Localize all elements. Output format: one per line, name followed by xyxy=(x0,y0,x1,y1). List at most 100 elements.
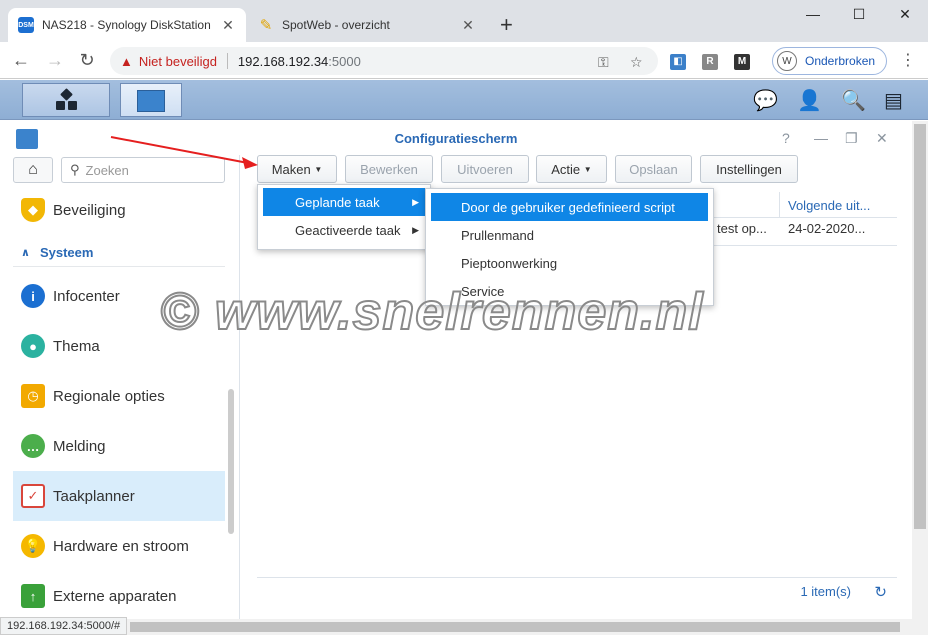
submenu-item-beep[interactable]: Pieptoonwerking xyxy=(431,249,708,277)
tab-title: SpotWeb - overzicht xyxy=(282,18,390,32)
tab-spotweb[interactable]: ✎ SpotWeb - overzicht ✕ xyxy=(248,8,486,42)
submenu-item-user-script[interactable]: Door de gebruiker gedefinieerd script xyxy=(431,193,708,221)
grid-footer: 1 item(s) ↻ xyxy=(257,577,897,605)
control-panel-icon xyxy=(16,129,38,149)
sidebar-item-label: Melding xyxy=(53,437,106,455)
close-tab-icon[interactable]: ✕ xyxy=(460,17,476,34)
scrollbar-thumb[interactable] xyxy=(130,622,900,632)
browser-toolbar: ← → ↻ ▲ Niet beveiligd 192.168.192.34:50… xyxy=(0,42,928,79)
lightbulb-icon: 💡 xyxy=(21,534,45,558)
sidebar: ⌂ ⚲ ◆ Beveiliging ∧ Systeem i Infocenter… xyxy=(0,155,240,619)
status-bar: 192.168.192.34:5000/# xyxy=(0,617,128,635)
menu-item-scheduled-task[interactable]: Geplande taak ▶ xyxy=(263,188,427,216)
sidebar-item-melding[interactable]: … Melding xyxy=(13,421,225,471)
calendar-check-icon: ✓ xyxy=(21,484,45,508)
caret-down-icon: ▼ xyxy=(314,164,323,174)
maximize-window-icon[interactable]: ❐ xyxy=(845,130,858,147)
browser-tabstrip: DSM NAS218 - Synology DiskStation ✕ ✎ Sp… xyxy=(0,0,928,42)
chevron-right-icon: ▶ xyxy=(412,196,419,207)
sidebar-scrollbar[interactable] xyxy=(228,389,234,534)
row-divider xyxy=(712,245,897,246)
upload-arrow-icon: ↑ xyxy=(21,584,45,608)
info-icon: i xyxy=(21,284,45,308)
red-arrow-annotation xyxy=(110,136,258,169)
save-button[interactable]: Opslaan xyxy=(615,155,692,183)
apps-grid-icon xyxy=(56,88,78,112)
maximize-icon[interactable]: ☐ xyxy=(836,6,882,23)
back-arrow-icon[interactable]: ← xyxy=(10,50,32,70)
refresh-icon[interactable]: ↻ xyxy=(874,583,887,601)
sidebar-item-regionale-opties[interactable]: ◷ Regionale opties xyxy=(13,371,225,421)
close-tab-icon[interactable]: ✕ xyxy=(220,17,236,34)
control-panel-taskbar-button[interactable] xyxy=(120,83,182,117)
chat-bubble-icon: … xyxy=(21,434,45,458)
warning-triangle-icon[interactable]: ▲ xyxy=(120,54,133,69)
reload-icon[interactable]: ↻ xyxy=(76,50,98,70)
address-bar[interactable]: ▲ Niet beveiligd 192.168.192.34:5000 ⚿ ☆ xyxy=(110,47,658,75)
home-icon: ⌂ xyxy=(28,161,38,178)
action-button[interactable]: Actie ▼ xyxy=(536,155,607,183)
window-title: Configuratiescherm xyxy=(394,130,518,146)
sidebar-item-beveiliging[interactable]: ◆ Beveiliging xyxy=(13,185,225,235)
sidebar-item-label: Externe apparaten xyxy=(53,587,177,605)
close-window-icon[interactable]: ✕ xyxy=(876,130,888,147)
widgets-icon[interactable]: ▤ xyxy=(884,88,903,113)
sidebar-item-label: Regionale opties xyxy=(53,387,165,405)
sidebar-item-label: Hardware en stroom xyxy=(53,537,189,555)
star-icon[interactable]: ☆ xyxy=(630,54,643,71)
search-icon: ⚲ xyxy=(70,162,80,177)
new-tab-button[interactable]: + xyxy=(500,14,513,36)
column-next-run[interactable]: Volgende uit... xyxy=(779,192,879,218)
help-icon[interactable]: ? xyxy=(782,130,790,146)
close-window-icon[interactable]: ✕ xyxy=(882,6,928,23)
security-label[interactable]: Niet beveiligd xyxy=(139,54,217,69)
dsm-taskbar: 💬 👤 🔍 ▤ xyxy=(0,80,928,120)
browser-menu-icon[interactable]: ⋮ xyxy=(900,50,916,70)
map-clock-icon: ◷ xyxy=(21,384,45,408)
profile-button[interactable]: W Onderbroken xyxy=(772,47,887,75)
cell-next-run[interactable]: 24-02-2020... xyxy=(788,221,865,236)
create-button[interactable]: Maken ▼ xyxy=(257,155,337,183)
key-icon[interactable]: ⚿ xyxy=(598,54,609,71)
palette-icon: ● xyxy=(21,334,45,358)
avatar: W xyxy=(777,51,797,71)
home-button[interactable]: ⌂ xyxy=(13,157,53,183)
main-menu-button[interactable] xyxy=(22,83,110,117)
extension-icon[interactable]: ◧ xyxy=(670,54,686,70)
profile-label: Onderbroken xyxy=(805,54,876,68)
extension-r-icon[interactable]: R xyxy=(702,54,718,70)
sidebar-item-label: Infocenter xyxy=(53,287,120,305)
section-systeem[interactable]: ∧ Systeem xyxy=(13,239,225,267)
url-text[interactable]: 192.168.192.34:5000 xyxy=(238,54,361,69)
sidebar-item-taakplanner[interactable]: ✓ Taakplanner xyxy=(13,471,225,521)
extension-m-icon[interactable]: M xyxy=(734,54,750,70)
item-count: 1 item(s) xyxy=(800,584,851,599)
shield-icon: ◆ xyxy=(21,198,45,222)
sidebar-item-label: Taakplanner xyxy=(53,487,135,505)
watermark: © www.snelrennen.nl xyxy=(159,282,704,342)
minimize-window-icon[interactable]: — xyxy=(814,130,828,146)
run-button[interactable]: Uitvoeren xyxy=(441,155,529,183)
minimize-icon[interactable]: — xyxy=(790,6,836,22)
horizontal-scrollbar[interactable] xyxy=(0,619,928,635)
menu-item-triggered-task[interactable]: Geactiveerde taak ▶ xyxy=(263,216,427,244)
create-menu: Geplande taak ▶ Geactiveerde taak ▶ xyxy=(257,184,431,250)
search-icon[interactable]: 🔍 xyxy=(841,88,866,113)
submenu-item-recycle-bin[interactable]: Prullenmand xyxy=(431,221,708,249)
section-label: Systeem xyxy=(39,245,94,260)
cell-description[interactable]: test op... xyxy=(717,221,767,236)
grid-header: Volgende uit... xyxy=(712,192,897,218)
chat-icon[interactable]: 💬 xyxy=(753,88,778,113)
dsm-favicon-icon: DSM xyxy=(18,17,34,33)
tab-diskstation[interactable]: DSM NAS218 - Synology DiskStation ✕ xyxy=(8,8,246,42)
chevron-right-icon: ▶ xyxy=(412,224,419,235)
forward-arrow-icon[interactable]: → xyxy=(44,50,66,70)
chevron-up-icon: ∧ xyxy=(21,247,30,259)
window-scrollbar[interactable] xyxy=(912,121,928,619)
settings-button[interactable]: Instellingen xyxy=(700,155,798,183)
user-icon[interactable]: 👤 xyxy=(797,88,822,113)
sidebar-item-hardware[interactable]: 💡 Hardware en stroom xyxy=(13,521,225,571)
edit-button[interactable]: Bewerken xyxy=(345,155,433,183)
sidebar-item-externe-apparaten[interactable]: ↑ Externe apparaten xyxy=(13,571,225,621)
scrollbar-thumb[interactable] xyxy=(914,124,926,529)
